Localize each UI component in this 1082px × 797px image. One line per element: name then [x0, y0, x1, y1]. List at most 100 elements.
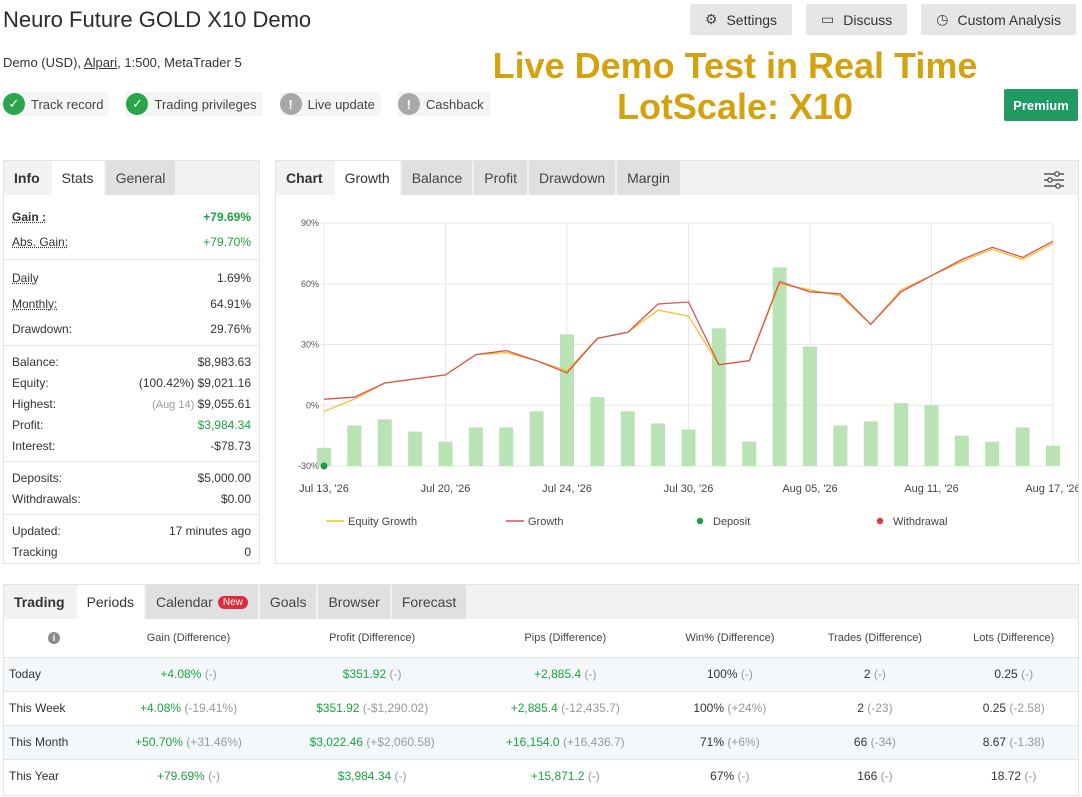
tab-trading[interactable]: Trading [4, 585, 77, 619]
y-tick-label: -30% [298, 461, 319, 471]
col-profit: Profit (Difference) [329, 631, 416, 644]
gear-icon: ⚙ [704, 11, 718, 27]
cell-difference: (-2.58) [1009, 701, 1045, 715]
stat-updated: Updated: 17 minutes ago [12, 523, 251, 538]
legend-swatch [696, 517, 704, 525]
deposit-marker [320, 462, 328, 470]
discuss-button[interactable]: ▭ Discuss [806, 4, 908, 35]
x-tick-label: Jul 13, '26 [299, 483, 349, 495]
y-tick-label: 30% [301, 340, 319, 350]
cell-difference: (-) [394, 769, 407, 784]
broker-link[interactable]: Alpari [84, 55, 117, 70]
custom-analysis-button[interactable]: ◷ Custom Analysis [921, 4, 1076, 35]
chart-tabs: Chart Growth Balance Profit Drawdown Mar… [276, 161, 1078, 195]
cell-difference: (-19.41%) [184, 701, 238, 715]
cell-value: $351.92 [342, 667, 387, 681]
cell-value: 67% [710, 769, 735, 784]
top-toolbar: ⚙ Settings ▭ Discuss ◷ Custom Analysis [689, 4, 1076, 35]
tab-forecast[interactable]: Forecast [391, 585, 469, 619]
period-name: Today [4, 656, 104, 691]
x-tick-label: Aug 17, '26 [1025, 483, 1078, 495]
period-cell: 8.67 (-1.38) [949, 724, 1078, 759]
cell-difference: (-12,435.7) [561, 701, 620, 715]
stat-deposits: Deposits: $5,000.00 [12, 470, 251, 485]
stat-interest: Interest: -$78.73 [12, 438, 251, 453]
tab-margin[interactable]: Margin [617, 161, 682, 195]
period-cell: 0.25 (-) [949, 656, 1078, 691]
cell-value: 100% [706, 667, 738, 681]
legend-label: Deposit [713, 516, 750, 528]
period-cell: +4.08% (-19.41%) [104, 690, 274, 725]
period-cell: 2 (-) [800, 656, 950, 691]
table-row: This Week +4.08% (-19.41%) $351.92 (-$1,29… [4, 690, 1078, 725]
period-cell: +16,154.0 (+16,436.7) [471, 724, 660, 759]
chart-panel: Chart Growth Balance Profit Drawdown Mar… [275, 160, 1079, 564]
cell-value: 71% [699, 735, 725, 749]
cell-value: +16,154.0 [505, 735, 560, 749]
cell-value: 8.67 [982, 735, 1007, 749]
y-tick-label: 60% [301, 279, 319, 289]
settings-button[interactable]: ⚙ Settings [689, 4, 793, 35]
bar [529, 411, 544, 466]
tab-browser[interactable]: Browser [318, 585, 392, 619]
promo-line-1: Live Demo Test in Real Time [492, 45, 978, 86]
period-cell: +4.08% (-) [104, 656, 274, 691]
cell-value: $3,022.46 [309, 735, 363, 749]
bar [651, 423, 666, 466]
cell-difference: (-$1,290.02) [362, 701, 429, 715]
period-cell: 100% (+24%) [659, 690, 801, 725]
cell-value: 100% [693, 701, 725, 715]
bar [954, 435, 969, 466]
stats-list: Gain : +79.69% Abs. Gain: +79.70% Daily 1.6… [4, 195, 259, 562]
tab-balance[interactable]: Balance [401, 161, 475, 195]
info-panel: Info Stats General Gain : +79.69% Abs. Ga… [3, 160, 260, 564]
tab-periods[interactable]: Periods [76, 585, 147, 619]
tab-general[interactable]: General [105, 161, 178, 195]
promo-line-2: LotScale: X10 [616, 86, 854, 127]
tab-drawdown[interactable]: Drawdown [528, 161, 618, 195]
bar [499, 427, 514, 466]
stat-tracking: Tracking 0 [12, 544, 251, 559]
cell-value: 2 [863, 667, 871, 681]
bar [377, 419, 392, 466]
cell-value: +79.69% [157, 769, 205, 784]
period-cell: $3,022.46 (+$2,060.58) [273, 724, 472, 759]
new-badge: New [217, 595, 248, 609]
cell-difference: (-1.38) [1009, 735, 1045, 749]
tab-calendar[interactable]: Calendar New [146, 585, 260, 619]
period-tabs: Trading Periods Calendar New Goals Browse… [4, 585, 1078, 619]
cell-difference: (+24%) [727, 701, 767, 715]
tab-info[interactable]: Info [4, 161, 52, 195]
cell-value: $351.92 [316, 701, 360, 715]
stat-highest: Highest: (Aug 14) $9,055.61 [12, 396, 251, 411]
tab-stats[interactable]: Stats [51, 161, 106, 195]
cell-difference: (-) [584, 667, 597, 681]
bar [894, 403, 909, 466]
stat-withdrawals: Withdrawals: $0.00 [12, 491, 251, 506]
badge-track-record[interactable]: ✓ Track record [3, 92, 110, 116]
bar [438, 441, 453, 466]
tab-profit[interactable]: Profit [474, 161, 529, 195]
period-cell: 71% (+6%) [659, 724, 801, 759]
badge-trading-privileges[interactable]: ✓ Trading privileges [126, 92, 263, 116]
tab-growth[interactable]: Growth [334, 161, 402, 195]
bar [347, 425, 362, 466]
info-icon[interactable]: i [48, 631, 60, 644]
badge-live-update[interactable]: ! Live update [279, 92, 381, 116]
comment-icon: ▭ [821, 11, 835, 27]
cell-difference: (-) [389, 667, 402, 681]
cell-difference: (+16,436.7) [562, 735, 625, 749]
bar [711, 328, 726, 466]
premium-button[interactable]: Premium [1004, 89, 1078, 121]
tab-chart[interactable]: Chart [276, 161, 335, 195]
cell-value: +4.08% [160, 667, 202, 681]
bar [833, 425, 848, 466]
tab-goals[interactable]: Goals [259, 585, 319, 619]
cell-difference: (+$2,060.58) [366, 735, 435, 749]
chart-filter-icon[interactable] [1043, 170, 1065, 190]
stat-daily: Daily 1.69% [12, 271, 251, 285]
info-tabs: Info Stats General [4, 161, 259, 195]
period-name: This Year [4, 758, 104, 793]
stat-drawdown: Drawdown: 29.76% [12, 321, 251, 336]
col-gain: Gain (Difference) [146, 631, 231, 644]
